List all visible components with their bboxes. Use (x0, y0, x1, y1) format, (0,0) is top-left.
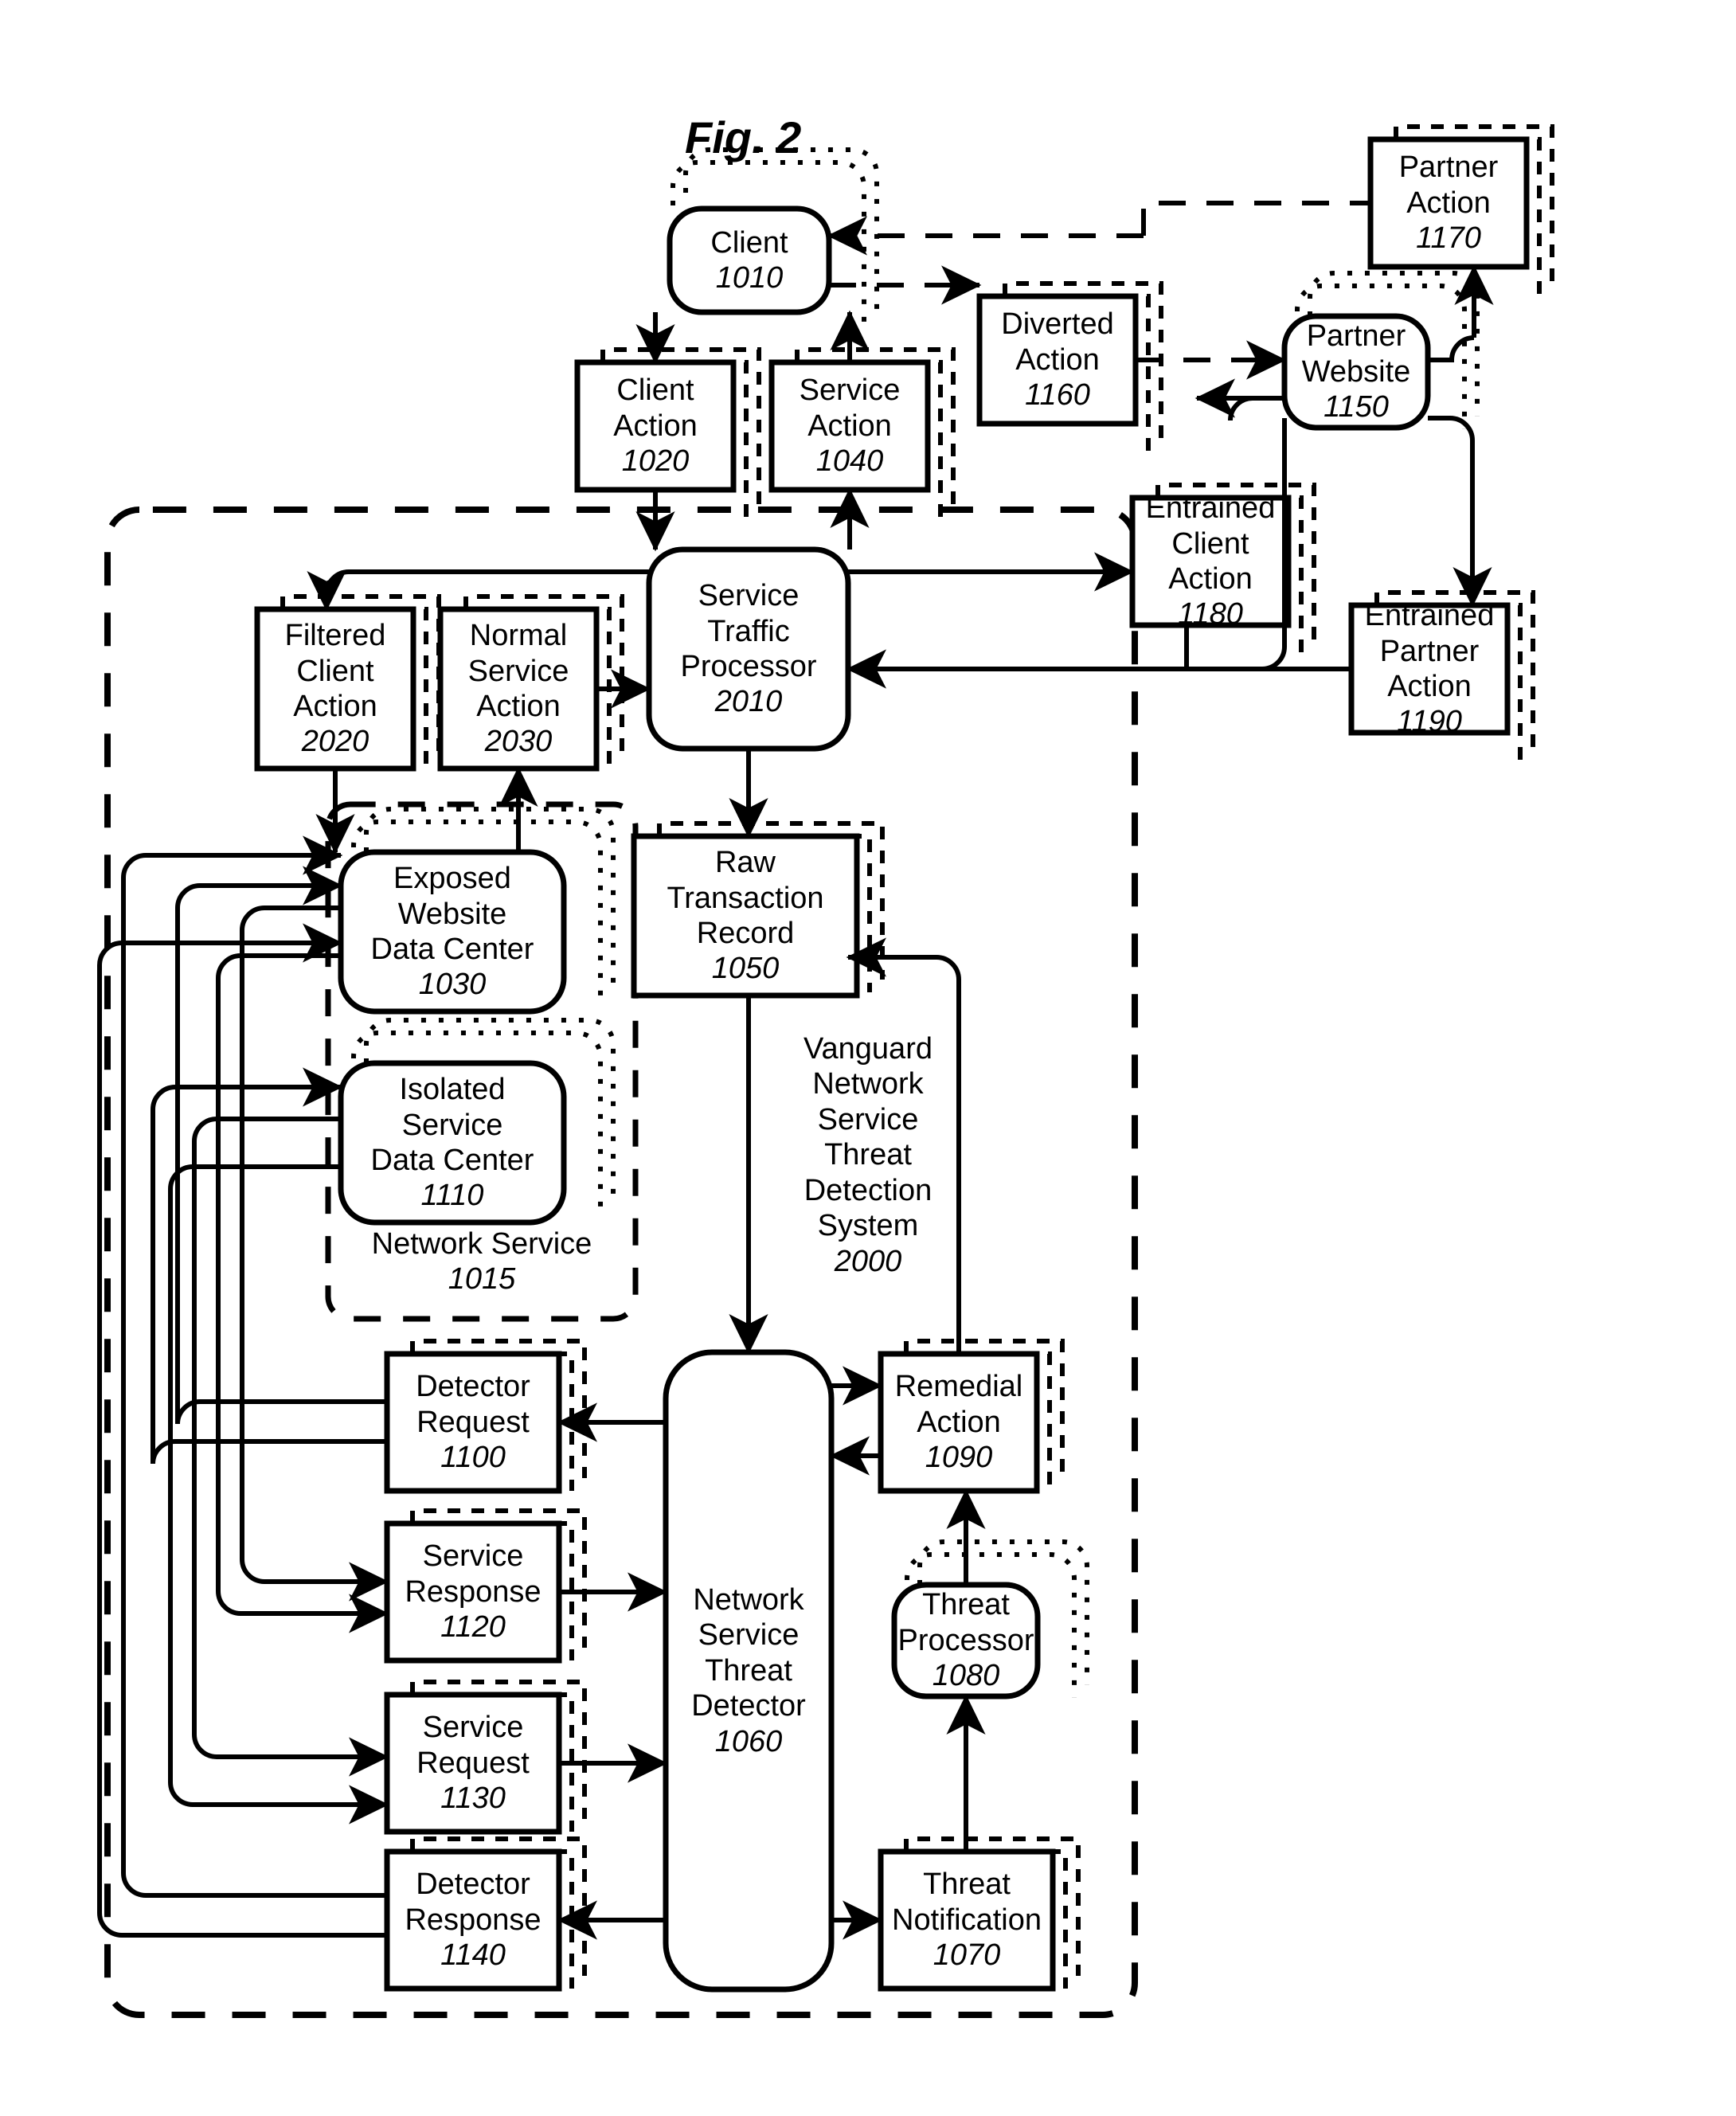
node-client (667, 205, 832, 315)
node-threat-notification (878, 1848, 1056, 1992)
node-client-action (574, 359, 737, 493)
label-system-w3: Service (817, 1102, 919, 1136)
node-diverted-action (976, 293, 1139, 427)
label-network-service-number: 1015 (448, 1262, 516, 1297)
node-partner-website (1281, 313, 1431, 431)
node-network-service-threat-detector (663, 1349, 835, 1993)
node-service-response (384, 1520, 562, 1664)
figure-title: Fig. 2 (685, 112, 802, 162)
label-system-w2: Network (812, 1067, 924, 1101)
node-partner-action (1367, 136, 1530, 270)
node-exposed-website-data-center (338, 849, 567, 1015)
label-system-w1: Vanguard (803, 1032, 933, 1066)
label-system-w4: Threat (824, 1138, 912, 1172)
node-normal-service-action (437, 606, 600, 772)
node-remedial-action (878, 1351, 1040, 1494)
label-system-w5: Detection (803, 1173, 933, 1207)
node-filtered-client-action (254, 606, 416, 772)
node-raw-transaction-record (631, 833, 860, 999)
node-isolated-service-data-center (338, 1060, 567, 1226)
label-system-number: 2000 (834, 1244, 902, 1278)
label-network-service-boundary: Network Service 1015 (328, 1226, 635, 1297)
patent-figure-2: Fig. 2 Client 1010 Client Action 1020 Se… (0, 0, 1736, 2116)
node-detector-request (384, 1351, 562, 1494)
label-network-service-text: Network Service (371, 1227, 592, 1261)
label-system-w6: System (817, 1209, 919, 1243)
node-threat-processor (891, 1582, 1041, 1699)
node-entrained-client-action (1129, 495, 1292, 628)
node-entrained-partner-action (1348, 602, 1511, 736)
node-service-traffic-processor (646, 546, 851, 752)
node-service-action (768, 359, 931, 493)
node-service-request (384, 1692, 562, 1835)
node-detector-response (384, 1848, 562, 1992)
label-system-boundary: Vanguard Network Service Threat Detectio… (764, 1031, 972, 1279)
